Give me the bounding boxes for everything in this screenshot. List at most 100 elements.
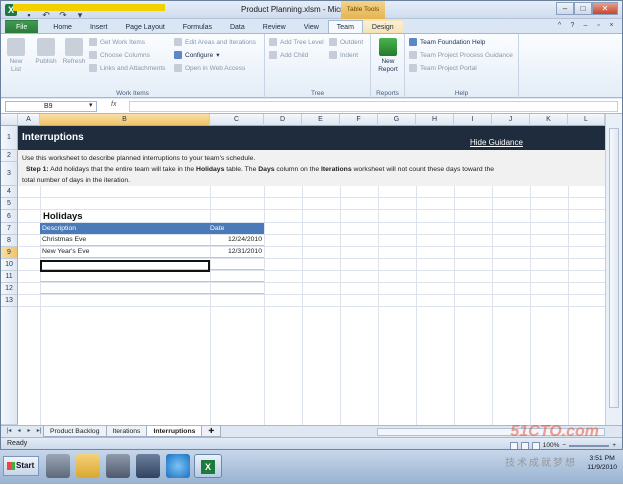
- row-header[interactable]: 10: [1, 259, 18, 271]
- col-header[interactable]: I: [454, 114, 492, 126]
- col-header[interactable]: K: [530, 114, 568, 126]
- tab-review[interactable]: Review: [254, 20, 295, 33]
- publish-button[interactable]: Publish: [31, 38, 61, 66]
- row-header[interactable]: 8: [1, 235, 18, 247]
- vertical-scrollbar[interactable]: [605, 114, 622, 425]
- open-web-access-button[interactable]: Open in Web Access: [174, 64, 245, 72]
- tab-view[interactable]: View: [295, 20, 328, 33]
- new-list-button[interactable]: New List: [5, 38, 27, 74]
- maximize-button[interactable]: □: [574, 2, 592, 15]
- table-row[interactable]: Christmas Eve 12/24/2010: [40, 234, 264, 246]
- configure-button[interactable]: Configure ▾: [174, 51, 219, 59]
- indent-label: Indent: [340, 51, 359, 59]
- add-tree-level-button[interactable]: Add Tree Level: [269, 38, 324, 46]
- row-header[interactable]: 13: [1, 295, 18, 307]
- tab-formulas[interactable]: Formulas: [174, 20, 221, 33]
- hide-guidance-link[interactable]: Hide Guidance: [470, 138, 523, 147]
- internet-explorer-icon[interactable]: [166, 454, 190, 478]
- tab-design[interactable]: Design: [362, 20, 403, 33]
- name-box[interactable]: B9: [5, 101, 97, 112]
- links-attachments-icon: [89, 64, 97, 72]
- team-foundation-help-button[interactable]: Team Foundation Help: [409, 38, 485, 46]
- col-header[interactable]: B: [40, 114, 210, 126]
- row-header[interactable]: 2: [1, 150, 18, 162]
- col-header[interactable]: D: [264, 114, 302, 126]
- sheet-tab-iterations[interactable]: Iterations: [105, 426, 148, 437]
- worksheet-grid: A B C D E F G H I J K L 1 2 3 4 5 6 7 8 …: [1, 114, 622, 425]
- col-header[interactable]: A: [18, 114, 40, 126]
- col-header[interactable]: G: [378, 114, 416, 126]
- choose-columns-button[interactable]: Choose Columns: [89, 51, 150, 59]
- next-sheet-icon[interactable]: ▸: [25, 427, 33, 434]
- prev-sheet-icon[interactable]: ◂: [15, 427, 23, 434]
- minimize-ribbon-icon[interactable]: ^: [555, 21, 564, 30]
- col-description-header[interactable]: Description: [40, 225, 210, 232]
- new-report-button[interactable]: New Report: [375, 38, 401, 74]
- outdent-button[interactable]: Outdent: [329, 38, 363, 46]
- tab-home[interactable]: Home: [44, 20, 81, 33]
- close-button[interactable]: ✕: [592, 2, 618, 15]
- clock[interactable]: 3:51 PM 11/9/2010: [587, 454, 617, 472]
- add-child-button[interactable]: Add Child: [269, 51, 308, 59]
- holiday-description[interactable]: Christmas Eve: [40, 236, 210, 243]
- tab-file[interactable]: File: [5, 20, 39, 33]
- visual-studio-icon[interactable]: [136, 454, 160, 478]
- first-sheet-icon[interactable]: |◂: [5, 427, 13, 434]
- server-icon[interactable]: [106, 454, 130, 478]
- sheet-tab-interruptions[interactable]: Interruptions: [146, 426, 203, 437]
- folder-icon[interactable]: [76, 454, 100, 478]
- links-attachments-button[interactable]: Links and Attachments: [89, 64, 165, 72]
- table-row-empty[interactable]: [40, 282, 264, 294]
- holiday-date[interactable]: 12/31/2010: [210, 248, 264, 255]
- select-all-corner[interactable]: [1, 114, 18, 126]
- row-header[interactable]: 4: [1, 186, 18, 198]
- cell-area[interactable]: Interruptions Hide Guidance Use this wor…: [18, 126, 605, 425]
- row-header[interactable]: 5: [1, 198, 18, 210]
- workbook-close-icon[interactable]: ×: [607, 21, 616, 30]
- refresh-button[interactable]: Refresh: [61, 38, 87, 66]
- insert-sheet-icon[interactable]: ✚: [201, 426, 222, 437]
- col-header[interactable]: F: [340, 114, 378, 126]
- table-row[interactable]: New Year's Eve 12/31/2010: [40, 246, 264, 258]
- row-header[interactable]: 7: [1, 223, 18, 235]
- tab-team[interactable]: Team: [327, 20, 363, 33]
- formula-input[interactable]: [129, 101, 618, 112]
- row-header[interactable]: 11: [1, 271, 18, 283]
- tab-data[interactable]: Data: [221, 20, 254, 33]
- zoom-slider[interactable]: [569, 445, 610, 447]
- excel-taskbar-icon[interactable]: X: [194, 454, 222, 478]
- col-header[interactable]: L: [568, 114, 605, 126]
- row-header[interactable]: 1: [1, 126, 18, 150]
- tab-page-layout[interactable]: Page Layout: [116, 20, 173, 33]
- window-controls: – □ ✕: [556, 2, 618, 15]
- indent-button[interactable]: Indent: [329, 51, 358, 59]
- row-header[interactable]: 6: [1, 210, 18, 223]
- col-header[interactable]: J: [492, 114, 530, 126]
- workbook-restore-icon[interactable]: ▫: [594, 21, 603, 30]
- row-header[interactable]: 12: [1, 283, 18, 295]
- help-icon[interactable]: ?: [568, 21, 577, 30]
- col-header[interactable]: H: [416, 114, 454, 126]
- row-header[interactable]: 9: [1, 247, 18, 259]
- scroll-thumb[interactable]: [609, 128, 619, 408]
- start-button[interactable]: Start: [3, 456, 39, 476]
- project-portal-button[interactable]: Team Project Portal: [409, 64, 477, 72]
- tab-insert[interactable]: Insert: [81, 20, 117, 33]
- holiday-description[interactable]: New Year's Eve: [40, 248, 210, 255]
- workbook-minimize-icon[interactable]: –: [581, 21, 590, 30]
- row-header[interactable]: 3: [1, 162, 18, 186]
- computer-icon[interactable]: [46, 454, 70, 478]
- holiday-date[interactable]: 12/24/2010: [210, 236, 264, 243]
- col-header[interactable]: C: [210, 114, 264, 126]
- sheet-tab-product-backlog[interactable]: Product Backlog: [43, 426, 107, 437]
- process-guidance-button[interactable]: Team Project Process Guidance: [409, 51, 513, 59]
- col-header[interactable]: E: [302, 114, 340, 126]
- last-sheet-icon[interactable]: ▸|: [35, 427, 43, 434]
- active-cell-b9[interactable]: [40, 260, 210, 272]
- fx-label[interactable]: fx: [111, 101, 116, 108]
- minimize-button[interactable]: –: [556, 2, 574, 15]
- get-work-items-button[interactable]: Get Work Items: [89, 38, 145, 46]
- col-date-header[interactable]: Date: [210, 225, 224, 232]
- name-box-dropdown-icon[interactable]: ▾: [89, 101, 93, 109]
- edit-areas-iterations-button[interactable]: Edit Areas and Iterations: [174, 38, 256, 46]
